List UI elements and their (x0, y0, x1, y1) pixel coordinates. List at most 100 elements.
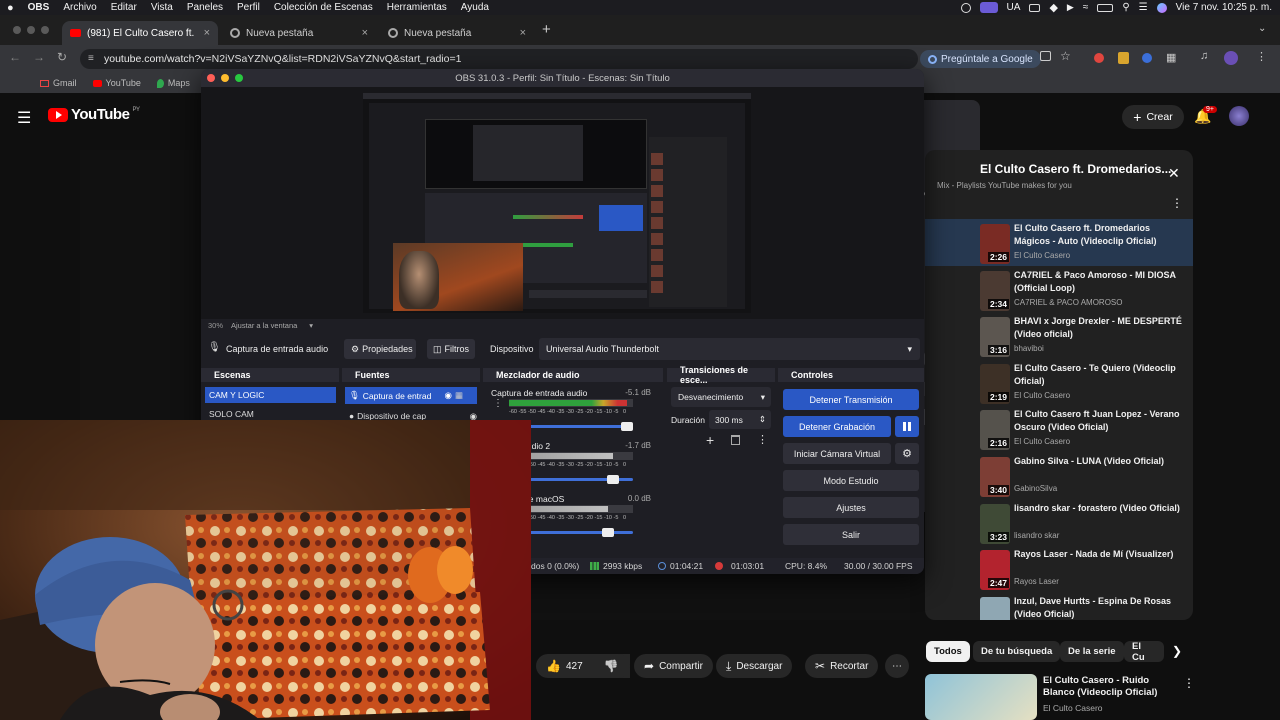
rec-more-icon[interactable]: ⋮ (1183, 676, 1195, 690)
controls-dock-title[interactable]: Controles (778, 368, 924, 382)
scenes-dock-title[interactable]: Escenas (201, 368, 339, 382)
add-transition-icon[interactable]: + (706, 432, 714, 448)
minimize-window-button[interactable] (27, 26, 35, 34)
ask-google-button[interactable]: Pregúntale a Google (920, 50, 1041, 68)
playlist-item[interactable]: 3:40 Gabino Silva - LUNA (Video Oficial) G… (980, 455, 1190, 499)
playlist-title[interactable]: El Culto Casero ft. Dromedarios... (980, 162, 1171, 176)
bookmark-maps[interactable]: Maps (156, 78, 190, 88)
create-button[interactable]: + Crear (1122, 105, 1184, 129)
menu-paneles[interactable]: Paneles (180, 2, 230, 13)
wifi-off-icon[interactable]: ≈ (1083, 2, 1089, 13)
volume-slider-handle[interactable] (621, 422, 633, 431)
playlist-item[interactable]: 3:23 lisandro skar - forastero (Video Ofi… (980, 502, 1190, 546)
chip-de-tu-busqueda[interactable]: De tu búsqueda (973, 641, 1061, 662)
search-icon[interactable]: ⚲ (1122, 2, 1129, 13)
playlist-item[interactable]: 2:16 El Culto Casero ft Juan Lopez - Vera… (980, 408, 1190, 452)
bookmark-star-icon[interactable]: ☆ (1060, 49, 1071, 63)
pause-recording-button[interactable] (895, 416, 919, 437)
site-info-icon[interactable]: ≡ (88, 53, 94, 64)
extension-record-icon[interactable] (1094, 53, 1104, 63)
virtual-camera-settings-icon[interactable]: ⚙ (895, 443, 919, 464)
chip-el-culto[interactable]: El Cu (1124, 641, 1164, 662)
recommended-video[interactable]: El Culto Casero - Ruido Blanco (Videocli… (925, 674, 1195, 720)
device-dropdown[interactable]: Universal Audio Thunderbolt ▾ (539, 338, 920, 360)
clip-button[interactable]: ✂ Recortar (805, 654, 879, 678)
exit-button[interactable]: Salir (783, 524, 919, 545)
browser-tab-new-1[interactable]: Nueva pestaña × (222, 21, 376, 45)
display-icon[interactable] (1029, 3, 1041, 12)
filters-button[interactable]: ◫ Filtros (427, 339, 475, 359)
volume-slider-handle[interactable] (607, 475, 619, 484)
forward-icon[interactable]: → (33, 50, 45, 64)
stop-recording-button[interactable]: Detener Grabación (783, 416, 891, 437)
playlist-item[interactable]: 3:16 BHAVI x Jorge Drexler - ME DESPERTÉ … (980, 315, 1190, 359)
close-tab-icon[interactable]: × (362, 27, 368, 39)
dislike-button[interactable]: 👎 (592, 654, 630, 678)
new-tab-icon[interactable]: + (542, 21, 551, 38)
media-controls-icon[interactable]: ♫ (1200, 50, 1208, 62)
bookmark-gmail[interactable]: Gmail (40, 78, 77, 88)
obs-close-button[interactable] (207, 74, 215, 82)
playlist-item[interactable]: 2:26 El Culto Casero ft. Dromedarios Mági… (980, 222, 1190, 266)
close-playlist-icon[interactable]: ✕ (1168, 165, 1180, 182)
properties-button[interactable]: ⚙ Propiedades (344, 339, 416, 359)
close-tab-icon[interactable]: × (520, 27, 526, 39)
volume-slider-handle[interactable] (602, 528, 614, 537)
vpn-icon[interactable]: ◆ (1049, 1, 1057, 14)
chip-de-la-serie[interactable]: De la serie (1060, 641, 1124, 662)
menu-perfil[interactable]: Perfil (230, 2, 267, 13)
more-actions-button[interactable]: ⋯ (885, 654, 909, 678)
playlist-item[interactable]: 2:19 El Culto Casero - Te Quiero (Videocl… (980, 362, 1190, 406)
menu-coleccion-escenas[interactable]: Colección de Escenas (267, 2, 380, 13)
close-tab-icon[interactable]: × (204, 27, 210, 39)
play-icon[interactable]: ▶ (1067, 2, 1074, 13)
scene-item-active[interactable]: CAM Y LOGIC (205, 387, 336, 403)
youtube-logo[interactable]: YouTube PY (48, 106, 140, 123)
duration-input[interactable]: 300 ms ⇕ (709, 410, 771, 429)
mixer-menu-icon[interactable]: ⋮ (493, 398, 503, 409)
apple-icon[interactable]: ● (0, 2, 21, 14)
settings-button[interactable]: Ajustes (783, 497, 919, 518)
playlist-more-icon[interactable]: ⋮ (1171, 196, 1183, 210)
hamburger-menu-icon[interactable]: ☰ (17, 108, 31, 128)
stop-streaming-button[interactable]: Detener Transmisión (783, 389, 919, 410)
menu-archivo[interactable]: Archivo (56, 2, 103, 13)
zoom-level[interactable]: 30% (208, 321, 223, 330)
address-bar[interactable]: ≡ youtube.com/watch?v=N2iVSaYZNvQ&list=R… (80, 49, 918, 69)
tab-search-icon[interactable]: ⌄ (1258, 23, 1266, 34)
studio-mode-button[interactable]: Modo Estudio (783, 470, 919, 491)
chips-next-icon[interactable]: ❯ (1172, 644, 1182, 658)
extension-blue-icon[interactable] (1142, 53, 1152, 63)
input-source-indicator[interactable]: UA (1007, 2, 1021, 13)
control-center-icon[interactable]: ☰ (1139, 2, 1148, 13)
eye-icon[interactable]: ◉ (445, 390, 452, 401)
zoom-window-button[interactable] (41, 26, 49, 34)
extensions-puzzle-icon[interactable]: ▦ (1166, 51, 1176, 64)
siri-icon[interactable] (1156, 2, 1167, 13)
trash-icon[interactable] (731, 435, 740, 445)
menubar-app-name[interactable]: OBS (21, 2, 57, 13)
browser-menu-icon[interactable]: ⋮ (1256, 50, 1267, 63)
share-button[interactable]: ➦ Compartir (634, 654, 713, 678)
screen-share-icon[interactable] (979, 2, 998, 13)
playlist-item[interactable]: 2:47 Rayos Laser - Nada de Mí (Visualizer… (980, 548, 1190, 592)
close-window-button[interactable] (13, 26, 21, 34)
reload-icon[interactable]: ↻ (57, 50, 67, 64)
menu-ayuda[interactable]: Ayuda (454, 2, 496, 13)
menubar-clock[interactable]: Vie 7 nov. 10:25 p. m. (1176, 2, 1272, 13)
back-icon[interactable]: ← (9, 50, 21, 64)
browser-tab-new-2[interactable]: Nueva pestaña × (380, 21, 534, 45)
lock-icon[interactable]: ▦ (455, 390, 477, 401)
user-avatar[interactable] (1229, 106, 1249, 126)
menu-herramientas[interactable]: Herramientas (380, 2, 454, 13)
stepper-icon[interactable]: ⇕ (759, 414, 771, 425)
bookmark-youtube[interactable]: YouTube (92, 78, 141, 88)
playlist-item[interactable]: 2:34 CA7RIEL & Paco Amoroso - MI DIOSA (O… (980, 269, 1190, 313)
sources-dock-title[interactable]: Fuentes (342, 368, 480, 382)
start-virtual-camera-button[interactable]: Iniciar Cámara Virtual (783, 443, 891, 464)
profile-avatar[interactable] (1224, 51, 1238, 65)
chip-todos[interactable]: Todos (926, 641, 970, 662)
playlist-item[interactable]: Inzul, Dave Hurtts - Espina De Rosas (Vi… (980, 595, 1190, 620)
transition-dropdown[interactable]: Desvanecimiento ▾ (671, 387, 771, 407)
browser-tab-youtube[interactable]: (981) El Culto Casero ft. Drom × (62, 21, 218, 45)
